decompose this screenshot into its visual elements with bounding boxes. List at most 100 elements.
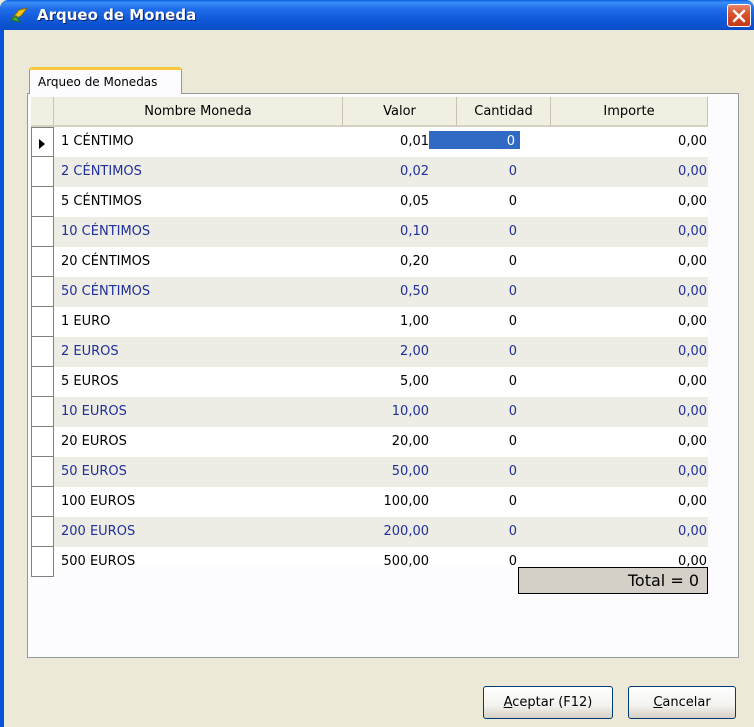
close-icon	[732, 9, 746, 23]
cell-cantidad[interactable]: 0	[431, 367, 517, 397]
cell-nombre: 20 CÉNTIMOS	[61, 254, 151, 269]
tab-arqueo-de-monedas[interactable]: Arqueo de Monedas	[29, 67, 182, 94]
cell-cantidad[interactable]: 0	[431, 457, 517, 487]
cell-valor: 10,00	[391, 404, 429, 419]
cell-cantidad[interactable]: 0	[431, 217, 517, 247]
table-row[interactable]: 50 EUROS 50,00 0 0,00	[31, 457, 708, 487]
table-row[interactable]: 200 EUROS 200,00 0 0,00	[31, 517, 708, 547]
cell-cantidad[interactable]: 0	[431, 547, 517, 577]
row-selector[interactable]	[31, 457, 54, 487]
row-selector[interactable]	[31, 367, 54, 397]
cell-valor: 200,00	[383, 524, 430, 539]
app-icon	[9, 7, 29, 23]
table-row[interactable]: 5 CÉNTIMOS 0,05 0 0,00	[31, 187, 708, 217]
title-bar[interactable]: Arqueo de Moneda	[0, 0, 754, 30]
cell-nombre: 50 EUROS	[61, 464, 127, 479]
cell-nombre: 50 CÉNTIMOS	[61, 284, 151, 299]
cell-nombre: 10 EUROS	[61, 404, 127, 419]
table-row[interactable]: 2 EUROS 2,00 0 0,00	[31, 337, 708, 367]
row-selector[interactable]	[31, 247, 54, 277]
row-selector[interactable]	[31, 157, 54, 187]
table-row[interactable]: 10 EUROS 10,00 0 0,00	[31, 397, 708, 427]
column-header-cantidad[interactable]: Cantidad	[457, 97, 551, 127]
total-display: Total = 0	[518, 567, 708, 594]
cell-importe: 0,00	[678, 314, 707, 329]
row-selector[interactable]	[31, 547, 54, 577]
column-header-importe[interactable]: Importe	[551, 97, 708, 127]
cell-valor: 5,00	[400, 374, 429, 389]
cell-cantidad[interactable]: 0	[431, 397, 517, 427]
table-row[interactable]: 1 CÉNTIMO 0,01 0 0,00	[31, 127, 708, 157]
grid-body: 1 CÉNTIMO 0,01 0 0,00 2 CÉNTIMOS 0,02 0 0,00 5 C…	[31, 127, 708, 577]
cell-valor: 2,00	[400, 344, 429, 359]
cell-importe: 0,00	[678, 194, 707, 209]
cell-importe: 0,00	[678, 134, 707, 149]
accept-hotkey: A	[503, 695, 513, 710]
row-selector[interactable]	[31, 187, 54, 217]
cell-cantidad[interactable]: 0	[431, 247, 517, 277]
row-selector[interactable]	[31, 487, 54, 517]
column-header-label: Cantidad	[474, 104, 533, 119]
accept-label: ceptar (F12)	[512, 695, 593, 710]
column-header-label: Importe	[603, 104, 655, 119]
table-row[interactable]: 20 EUROS 20,00 0 0,00	[31, 427, 708, 457]
cell-importe: 0,00	[678, 254, 707, 269]
cell-importe: 0,00	[678, 524, 707, 539]
cell-importe: 0,00	[678, 404, 707, 419]
tab-label: Arqueo de Monedas	[38, 75, 158, 89]
window-border	[0, 30, 4, 727]
row-selector[interactable]	[31, 337, 54, 367]
row-selector[interactable]	[31, 397, 54, 427]
column-header-valor[interactable]: Valor	[343, 97, 457, 127]
table-row[interactable]: 1 EURO 1,00 0 0,00	[31, 307, 708, 337]
cell-nombre: 5 CÉNTIMOS	[61, 194, 142, 209]
coin-grid[interactable]: Nombre Moneda Valor Cantidad Importe 1 C…	[31, 97, 708, 577]
row-selector[interactable]	[31, 217, 54, 247]
cell-cantidad[interactable]: 0	[431, 127, 517, 157]
cell-valor: 500,00	[383, 554, 430, 569]
row-selector[interactable]	[31, 127, 54, 157]
cell-nombre: 200 EUROS	[61, 524, 136, 539]
close-button[interactable]	[727, 4, 751, 27]
cell-importe: 0,00	[678, 434, 707, 449]
cell-nombre: 1 CÉNTIMO	[61, 134, 134, 149]
cell-cantidad[interactable]: 0	[431, 517, 517, 547]
cell-valor: 0,02	[400, 164, 429, 179]
cell-cantidad[interactable]: 0	[431, 337, 517, 367]
cell-valor: 0,01	[400, 134, 429, 149]
accept-button[interactable]: Aceptar (F12)	[483, 686, 613, 719]
cell-importe: 0,00	[678, 284, 707, 299]
cancel-button[interactable]: Cancelar	[628, 686, 736, 719]
cell-valor: 0,50	[400, 284, 429, 299]
cell-importe: 0,00	[678, 494, 707, 509]
cell-valor: 0,10	[400, 224, 429, 239]
column-header-label: Nombre Moneda	[144, 104, 252, 119]
cell-importe: 0,00	[678, 374, 707, 389]
table-row[interactable]: 50 CÉNTIMOS 0,50 0 0,00	[31, 277, 708, 307]
cell-nombre: 20 EUROS	[61, 434, 127, 449]
row-selector[interactable]	[31, 277, 54, 307]
row-selector[interactable]	[31, 517, 54, 547]
row-selector-header	[31, 97, 54, 127]
cell-nombre: 500 EUROS	[61, 554, 136, 569]
table-row[interactable]: 20 CÉNTIMOS 0,20 0 0,00	[31, 247, 708, 277]
cell-cantidad[interactable]: 0	[431, 307, 517, 337]
row-selector[interactable]	[31, 307, 54, 337]
table-row[interactable]: 2 CÉNTIMOS 0,02 0 0,00	[31, 157, 708, 187]
row-selector[interactable]	[31, 427, 54, 457]
cell-cantidad[interactable]: 0	[431, 487, 517, 517]
window-title: Arqueo de Moneda	[37, 6, 197, 24]
table-row[interactable]: 100 EUROS 100,00 0 0,00	[31, 487, 708, 517]
column-header-label: Valor	[383, 104, 416, 119]
cell-cantidad[interactable]: 0	[431, 277, 517, 307]
cell-cantidad[interactable]: 0	[431, 157, 517, 187]
cell-valor: 1,00	[400, 314, 429, 329]
table-row[interactable]: 10 CÉNTIMOS 0,10 0 0,00	[31, 217, 708, 247]
cell-valor: 0,05	[400, 194, 429, 209]
cell-nombre: 1 EURO	[61, 314, 111, 329]
cell-nombre: 5 EUROS	[61, 374, 119, 389]
cell-cantidad[interactable]: 0	[431, 187, 517, 217]
table-row[interactable]: 5 EUROS 5,00 0 0,00	[31, 367, 708, 397]
cell-cantidad[interactable]: 0	[431, 427, 517, 457]
column-header-nombre[interactable]: Nombre Moneda	[54, 97, 343, 127]
